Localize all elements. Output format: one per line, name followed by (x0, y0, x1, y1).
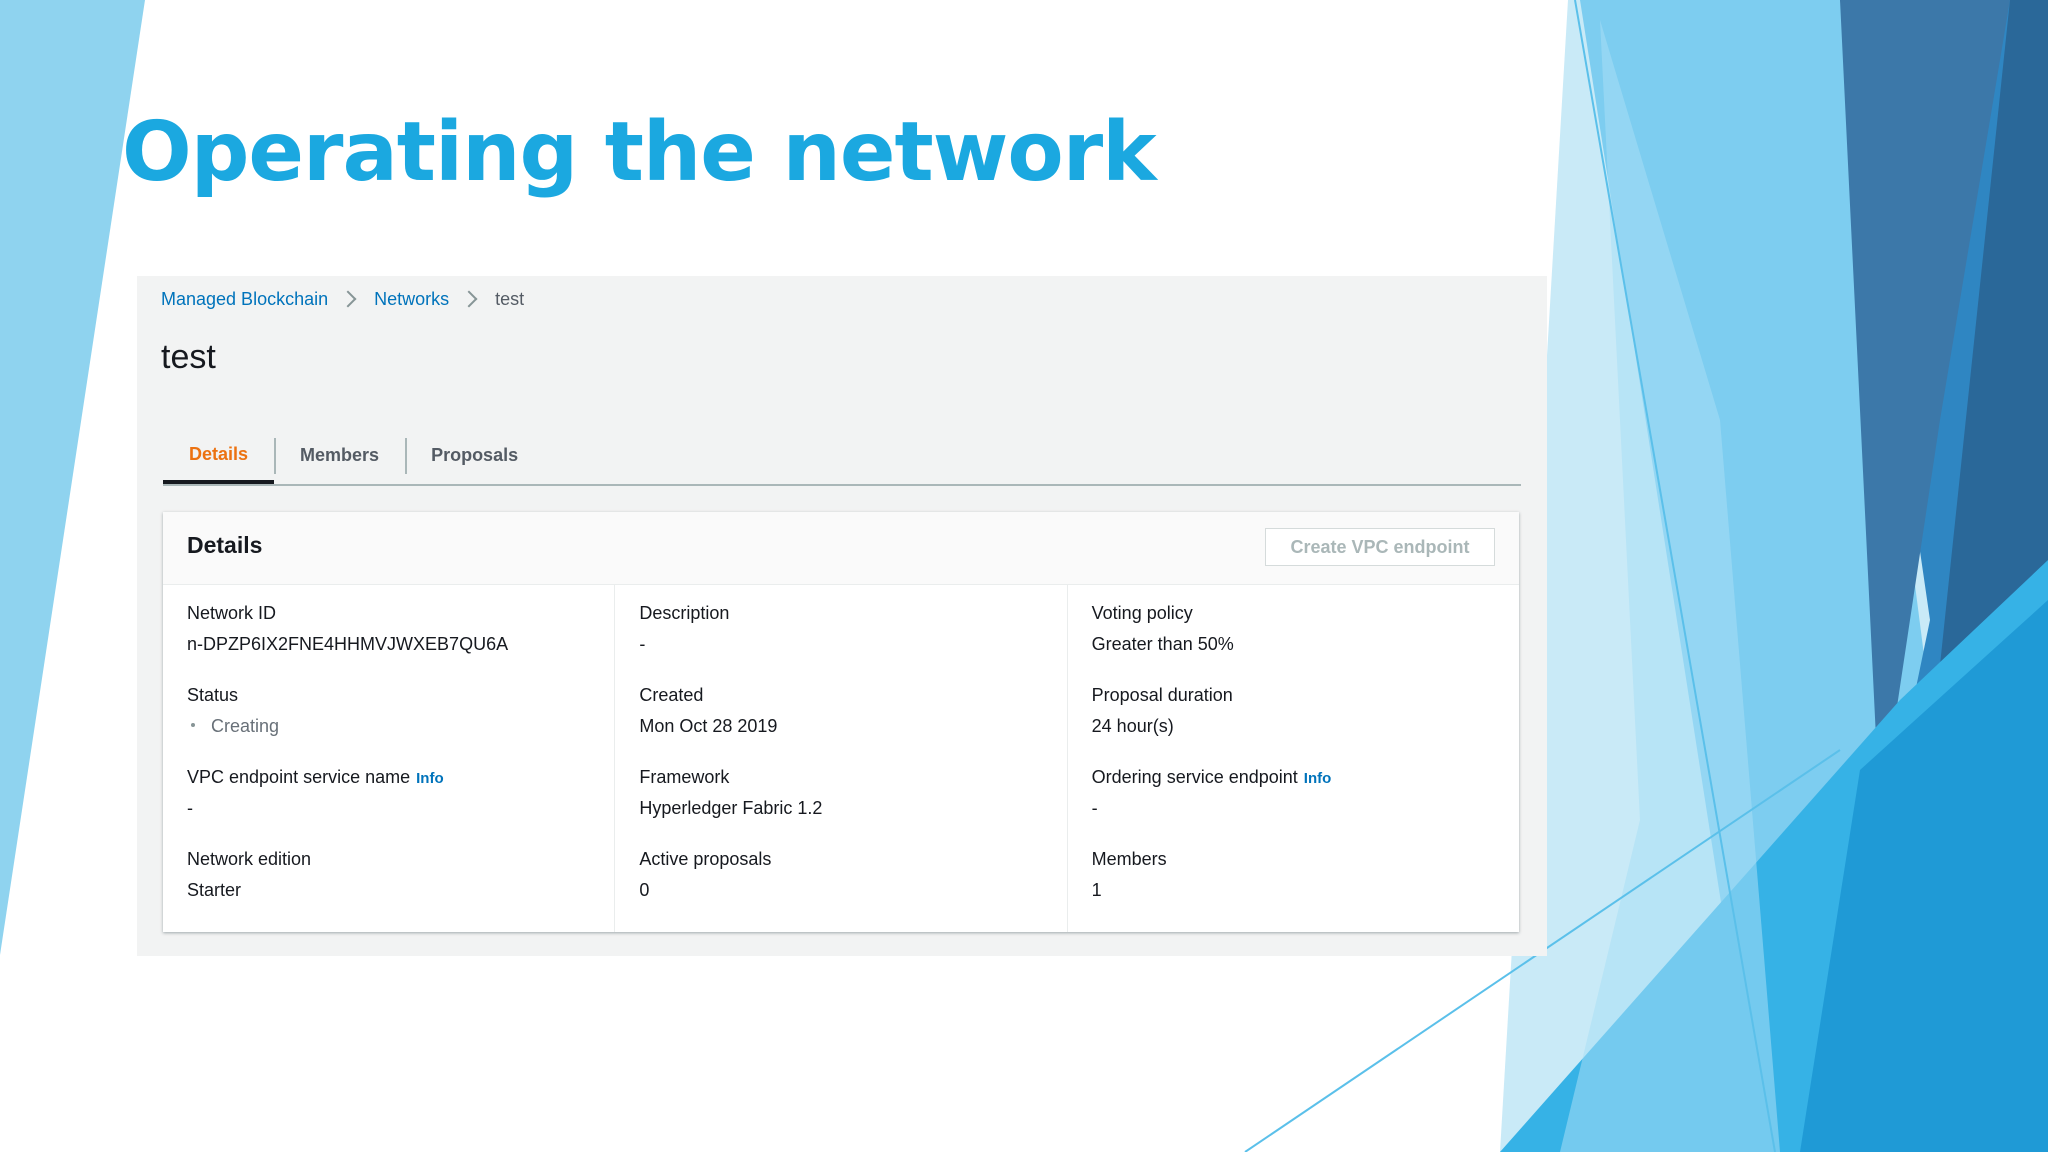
active-proposals-field: Active proposals 0 (639, 843, 1042, 925)
created-field: Created Mon Oct 28 2019 (639, 679, 1042, 761)
breadcrumb-managed-blockchain[interactable]: Managed Blockchain (161, 289, 328, 310)
created-label: Created (639, 685, 704, 705)
voting-policy-field: Voting policy Greater than 50% (1092, 597, 1495, 679)
details-panel-title: Details (187, 532, 263, 558)
slide-title: Operating the network (122, 105, 1157, 200)
status-value-row: Creating (187, 711, 590, 741)
tab-proposals[interactable]: Proposals (405, 428, 544, 482)
ordering-endpoint-value: - (1091, 798, 1098, 818)
network-id-label: Network ID (187, 603, 277, 623)
proposal-duration-value: 24 hour(s) (1091, 716, 1174, 736)
ordering-endpoint-info-link[interactable]: Info (1304, 770, 1332, 787)
status-field: Status Creating (187, 679, 590, 761)
network-id-value: n-DPZP6IX2FNE4HHMVJWXEB7QU6A (187, 634, 509, 654)
tab-bar: Details Members Proposals (163, 428, 1521, 486)
ordering-endpoint-label: Ordering service endpoint (1091, 767, 1298, 787)
active-proposals-label: Active proposals (639, 849, 772, 869)
breadcrumb-networks[interactable]: Networks (374, 289, 449, 310)
details-panel-header: Details Create VPC endpoint (163, 512, 1519, 585)
members-value: 1 (1091, 880, 1102, 900)
vpc-service-name-info-link[interactable]: Info (416, 770, 444, 787)
network-id-field: Network ID n-DPZP6IX2FNE4HHMVJWXEB7QU6A (187, 597, 590, 679)
console-screenshot: Managed Blockchain Networks test test De… (137, 276, 1547, 956)
details-column-3: Voting policy Greater than 50% Proposal … (1066, 585, 1519, 932)
vpc-service-name-label-row: VPC endpoint service name Info (187, 761, 590, 793)
details-panel: Details Create VPC endpoint Network ID n… (163, 512, 1519, 932)
description-label: Description (639, 603, 730, 623)
vpc-service-name-field: VPC endpoint service name Info - (187, 761, 590, 843)
status-label: Status (187, 685, 239, 705)
framework-field: Framework Hyperledger Fabric 1.2 (639, 761, 1042, 843)
active-proposals-value: 0 (639, 880, 650, 900)
proposal-duration-field: Proposal duration 24 hour(s) (1092, 679, 1495, 761)
network-edition-label: Network edition (187, 849, 312, 869)
network-edition-field: Network edition Starter (187, 843, 590, 925)
status-value: Creating (211, 716, 280, 736)
tab-details[interactable]: Details (163, 428, 275, 484)
breadcrumb-current: test (495, 288, 525, 309)
framework-value: Hyperledger Fabric 1.2 (639, 798, 823, 818)
chevron-right-icon (339, 290, 357, 308)
voting-policy-value: Greater than 50% (1091, 634, 1234, 654)
members-field: Members 1 (1092, 843, 1495, 925)
details-panel-body: Network ID n-DPZP6IX2FNE4HHMVJWXEB7QU6A … (163, 585, 1519, 932)
network-edition-value: Starter (187, 880, 242, 900)
vpc-service-name-value: - (187, 798, 193, 818)
breadcrumb: Managed Blockchain Networks test (161, 286, 524, 312)
members-label: Members (1091, 849, 1167, 869)
tab-members[interactable]: Members (274, 428, 405, 482)
details-column-1: Network ID n-DPZP6IX2FNE4HHMVJWXEB7QU6A … (163, 585, 614, 932)
ordering-endpoint-field: Ordering service endpoint Info - (1092, 761, 1495, 843)
details-column-2: Description - Created Mon Oct 28 2019 Fr… (614, 585, 1066, 932)
create-vpc-endpoint-button[interactable]: Create VPC endpoint (1265, 528, 1495, 566)
page-title: test (161, 338, 216, 376)
proposal-duration-label: Proposal duration (1091, 685, 1233, 705)
pending-icon (191, 723, 195, 728)
created-value: Mon Oct 28 2019 (639, 716, 778, 736)
framework-label: Framework (639, 767, 730, 787)
description-value: - (639, 634, 646, 654)
vpc-service-name-label: VPC endpoint service name (187, 767, 411, 787)
slide: Operating the network Managed Blockchain… (0, 0, 2048, 1152)
ordering-endpoint-label-row: Ordering service endpoint Info (1092, 761, 1495, 793)
chevron-right-icon (460, 290, 478, 308)
description-field: Description - (639, 597, 1042, 679)
voting-policy-label: Voting policy (1091, 603, 1193, 623)
